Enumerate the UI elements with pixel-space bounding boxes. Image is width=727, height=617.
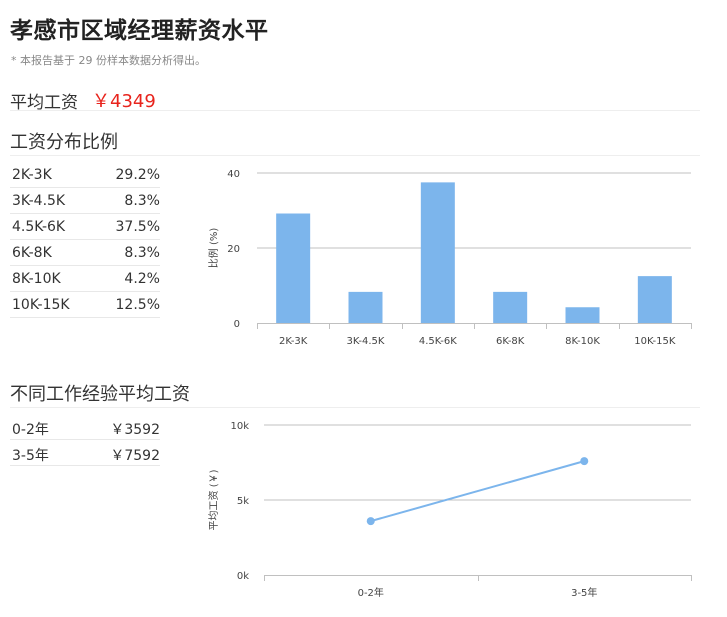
y-tick-label: 10k [230,421,249,432]
y-axis-title: 平均工资 (￥) [208,469,220,530]
series-line [370,460,585,523]
experience-line-chart: 0k 5k 10k 0-2年 3-5年 平均工资 (￥) [208,421,692,599]
y-tick-label: 5k [237,496,249,507]
data-point-1 [366,517,375,526]
y-tick-label: 0k [237,571,249,582]
data-point-2 [580,457,589,466]
x-tick-label: 3-5年 [571,586,597,599]
x-tick-label: 0-2年 [358,586,384,599]
